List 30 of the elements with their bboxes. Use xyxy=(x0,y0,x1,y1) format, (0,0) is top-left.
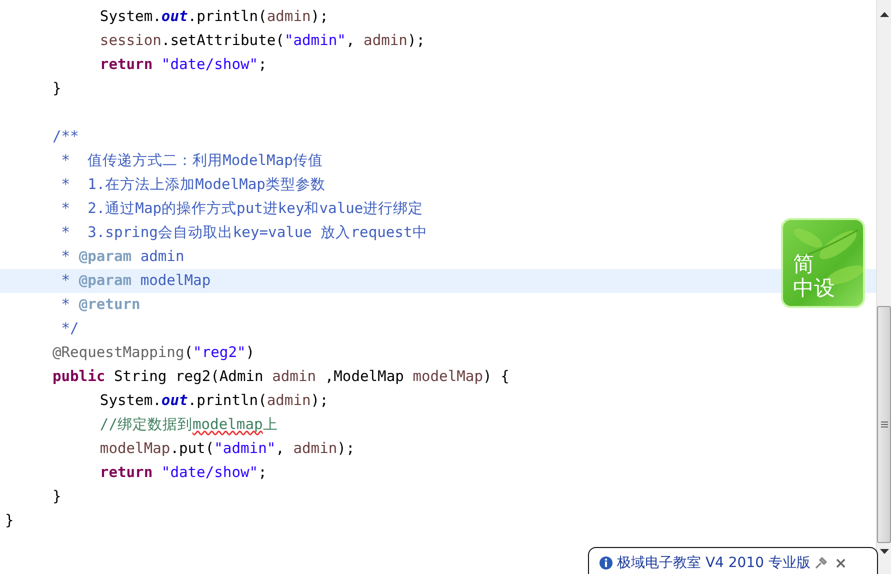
scrollbar[interactable] xyxy=(876,0,891,574)
code-line: return "date/show"; xyxy=(98,56,267,73)
scrollbar-thumb[interactable] xyxy=(877,306,891,543)
widget-label: 简 xyxy=(793,252,815,276)
code-line: * 值传递方式二：利用ModelMap传值 xyxy=(60,152,323,169)
close-button[interactable]: × xyxy=(832,554,850,572)
code-line: //绑定数据到modelmap上 xyxy=(98,416,278,433)
code-line: System.out.println(admin); xyxy=(98,8,328,25)
notification-title: 极域电子教室 V4 2010 专业版 xyxy=(617,554,810,572)
code-line: * 2.通过Map的操作方式put进key和value进行绑定 xyxy=(60,200,424,217)
code-line: } xyxy=(5,512,14,529)
code-line: * @param modelMap xyxy=(60,272,211,289)
widget-label: 中设 xyxy=(793,276,835,300)
code-line: /** xyxy=(51,128,79,145)
code-line: */ xyxy=(60,320,79,337)
code-line: } xyxy=(51,488,62,505)
scroll-up-icon[interactable] xyxy=(880,12,888,17)
code-line: System.out.println(admin); xyxy=(98,392,328,409)
code-line: return "date/show"; xyxy=(98,464,267,481)
code-line: * 1.在方法上添加ModelMap类型参数 xyxy=(60,176,326,193)
code-line: } xyxy=(51,80,62,97)
code-line: public String reg2(Admin admin ,ModelMap modelMap) { xyxy=(51,368,510,385)
code-line: * @param admin xyxy=(60,248,184,265)
code-line: @RequestMapping("reg2") xyxy=(51,344,255,361)
code-line: * @return xyxy=(60,296,140,313)
scroll-down-icon[interactable] xyxy=(880,549,888,554)
code-line: * 3.spring会自动取出key=value 放入request中 xyxy=(60,224,428,241)
info-icon xyxy=(599,556,613,570)
code-line: modelMap.put("admin", admin); xyxy=(98,440,355,457)
code-line: session.setAttribute("admin", admin); xyxy=(98,32,426,49)
